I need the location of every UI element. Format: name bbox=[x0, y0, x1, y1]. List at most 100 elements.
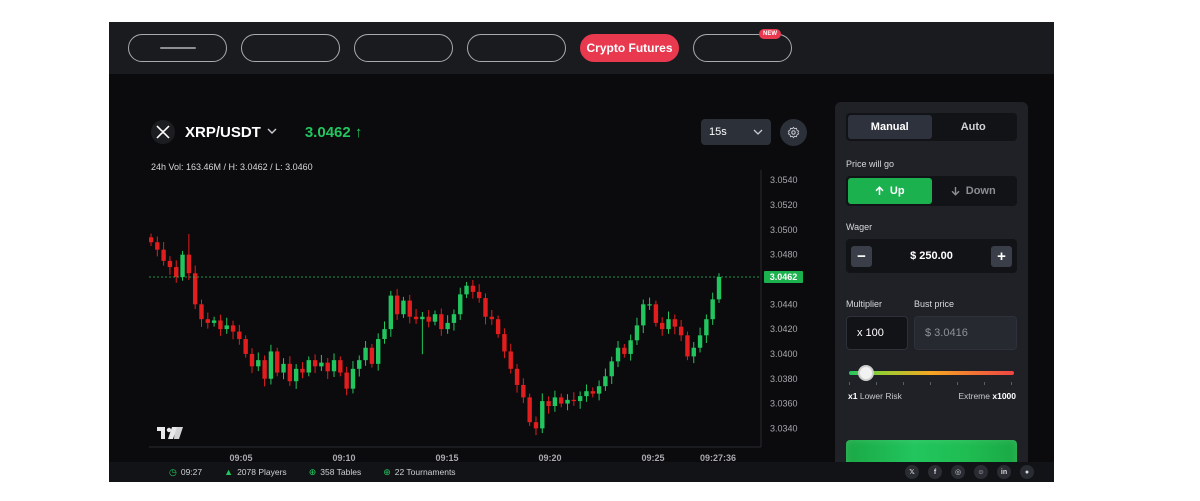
candle-body bbox=[672, 319, 678, 327]
candle-body bbox=[376, 339, 381, 364]
instagram-icon[interactable]: ◎ bbox=[951, 465, 965, 479]
price-chart[interactable]: 3.0540 3.0520 3.0500 3.0480 3.0440 3.0420 3.04… bbox=[149, 170, 809, 466]
up-button[interactable]: Up bbox=[848, 178, 932, 204]
candle-body bbox=[357, 360, 362, 369]
arrow-down-icon bbox=[951, 187, 960, 196]
risk-min-value: x1 bbox=[848, 391, 858, 401]
candle-body bbox=[401, 300, 406, 315]
y-tick-label: 3.0420 bbox=[770, 324, 798, 334]
nav-tab-1-mark bbox=[159, 47, 196, 49]
candle-body bbox=[363, 347, 368, 361]
reddit-icon[interactable]: ● bbox=[1020, 465, 1034, 479]
candle-body bbox=[243, 339, 248, 354]
candle-body bbox=[439, 314, 444, 330]
slider-handle[interactable] bbox=[857, 365, 874, 381]
candle-body bbox=[350, 368, 356, 389]
candle-body bbox=[432, 314, 438, 322]
wager-stepper: − $ 250.00 + bbox=[846, 239, 1017, 273]
candle-body bbox=[344, 372, 349, 389]
candle-body bbox=[546, 401, 551, 407]
candle-body bbox=[641, 304, 646, 326]
discord-icon[interactable]: ☺ bbox=[974, 465, 988, 479]
risk-slider[interactable] bbox=[849, 365, 1014, 385]
nav-tab-3[interactable] bbox=[354, 34, 453, 62]
risk-labels: x1 Lower Risk Extreme x1000 bbox=[848, 391, 1016, 401]
footer-tables: ⊕ 358 Tables bbox=[309, 467, 362, 478]
new-badge: NEW bbox=[759, 29, 781, 39]
facebook-icon[interactable]: f bbox=[928, 465, 942, 479]
wager-input[interactable]: $ 250.00 bbox=[910, 250, 953, 262]
multiplier-input[interactable]: x 100 bbox=[846, 316, 908, 350]
candle-body bbox=[678, 326, 684, 336]
down-label: Down bbox=[965, 185, 996, 197]
slider-tick bbox=[984, 382, 985, 385]
pair-selector[interactable]: XRP/USDT bbox=[185, 124, 261, 141]
candle-body bbox=[552, 397, 558, 407]
xrp-logo-icon bbox=[151, 120, 175, 144]
mode-toggle: Manual Auto bbox=[846, 113, 1017, 141]
footer-tournaments-value: 22 Tournaments bbox=[394, 467, 456, 477]
footer-tables-value: 358 Tables bbox=[320, 467, 362, 477]
candle-body bbox=[660, 322, 665, 330]
risk-min: x1 Lower Risk bbox=[848, 391, 902, 401]
candle-body bbox=[338, 360, 343, 373]
footer-tournaments: ⊕ 22 Tournaments bbox=[383, 467, 455, 478]
app-window: Crypto Futures NEW XRP/USDT 3.0462 ↑ 24h… bbox=[109, 22, 1054, 482]
x-icon[interactable]: 𝕏 bbox=[905, 465, 919, 479]
tournaments-icon: ⊕ bbox=[383, 466, 391, 477]
candle-body bbox=[470, 285, 476, 292]
candle-body bbox=[615, 347, 621, 362]
top-nav: Crypto Futures NEW bbox=[109, 22, 1054, 74]
slider-track[interactable] bbox=[849, 371, 1014, 375]
nav-tab-4[interactable] bbox=[467, 34, 566, 62]
chevron-down-icon[interactable] bbox=[267, 126, 277, 138]
interval-select[interactable]: 15s bbox=[701, 119, 771, 145]
slider-tick bbox=[957, 382, 958, 385]
candle-body bbox=[495, 319, 501, 335]
footer-time: ◷ 09:27 bbox=[169, 467, 202, 478]
candle-body bbox=[514, 368, 520, 385]
nav-tab-2[interactable] bbox=[241, 34, 340, 62]
y-tick-label: 3.0440 bbox=[770, 299, 798, 309]
nav-tab-crypto-futures[interactable]: Crypto Futures bbox=[580, 34, 679, 62]
y-tick-label: 3.0400 bbox=[770, 349, 798, 359]
tab-auto[interactable]: Auto bbox=[932, 115, 1016, 139]
nav-tab-1[interactable] bbox=[128, 34, 227, 62]
down-button[interactable]: Down bbox=[932, 178, 1016, 204]
chart-settings-button[interactable] bbox=[780, 119, 807, 146]
candle-body bbox=[647, 304, 652, 306]
candle-body bbox=[420, 316, 425, 320]
players-icon: ▲ bbox=[224, 467, 234, 477]
candle-body bbox=[211, 320, 217, 323]
candle-body bbox=[464, 285, 469, 295]
candle-body bbox=[287, 363, 293, 382]
nav-tab-6[interactable]: NEW bbox=[693, 29, 792, 62]
decrease-wager-button[interactable]: − bbox=[851, 245, 872, 267]
direction-toggle: Up Down bbox=[846, 176, 1017, 206]
tables-icon: ⊕ bbox=[308, 466, 317, 477]
increase-wager-button[interactable]: + bbox=[990, 245, 1012, 267]
candle-body bbox=[622, 347, 627, 354]
candle-body bbox=[559, 397, 564, 404]
tab-manual[interactable]: Manual bbox=[848, 115, 932, 139]
candle-body bbox=[394, 295, 400, 315]
candle-body bbox=[237, 331, 242, 340]
candle-body bbox=[388, 295, 394, 330]
y-tick-label: 3.0380 bbox=[770, 374, 798, 384]
candle-body bbox=[293, 368, 299, 382]
y-tick-label: 3.0480 bbox=[770, 250, 798, 260]
candle-body bbox=[325, 362, 330, 372]
candle-body bbox=[609, 361, 614, 377]
current-price: 3.0462 ↑ bbox=[304, 123, 363, 141]
candle-body bbox=[603, 376, 608, 387]
clock-icon: ◷ bbox=[169, 466, 177, 477]
linkedin-icon[interactable]: in bbox=[997, 465, 1011, 479]
candle-body bbox=[590, 391, 595, 394]
candle-body bbox=[174, 267, 179, 277]
candle-body bbox=[149, 237, 154, 243]
candle-body bbox=[685, 335, 690, 357]
candle-body bbox=[565, 399, 570, 404]
candle-body bbox=[533, 422, 539, 429]
candle-body bbox=[218, 320, 223, 330]
candle-body bbox=[521, 384, 526, 398]
